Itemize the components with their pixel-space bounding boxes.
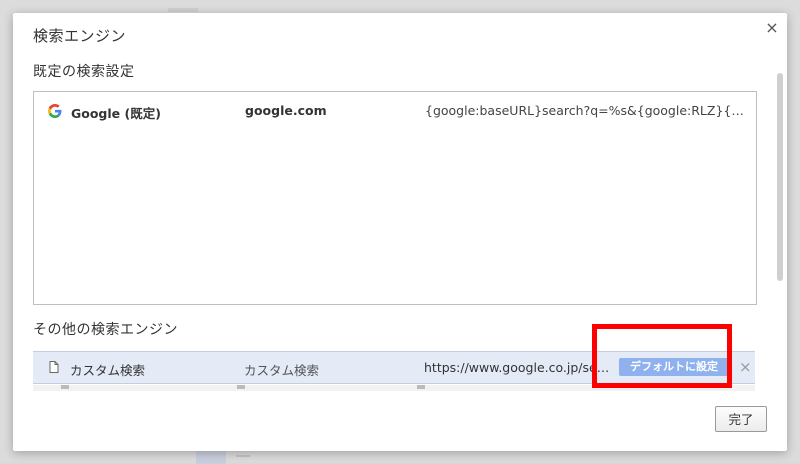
google-logo-icon [48, 104, 62, 118]
close-icon[interactable]: × [763, 19, 781, 37]
engine-keyword: カスタム検索 [244, 363, 320, 378]
delete-engine-icon[interactable]: × [739, 358, 752, 376]
engine-name: カスタム検索 [70, 363, 146, 378]
scrollbar-thumb[interactable] [777, 73, 783, 281]
page-icon [49, 361, 59, 373]
background-element [168, 8, 198, 12]
engine-row-google[interactable]: Google (既定) google.com {google:baseURL}s… [34, 94, 756, 128]
input-divider [417, 385, 425, 389]
default-engines-list: Google (既定) google.com {google:baseURL}s… [33, 91, 757, 305]
input-row [33, 385, 755, 391]
other-engines-list: カスタム検索 カスタム検索 https://www.google.co.jp/s… [33, 351, 755, 392]
set-default-button[interactable]: デフォルトに設定 [619, 358, 729, 376]
search-engines-dialog: 検索エンジン × 既定の検索設定 Google (既定) google.com … [13, 13, 787, 451]
engine-url: {google:baseURL}search?q=%s&{google:RLZ}… [425, 103, 745, 118]
engine-name: Google (既定) [71, 106, 161, 121]
other-section-title: その他の検索エンジン [33, 322, 178, 338]
dialog-title: 検索エンジン [33, 27, 127, 45]
background-element [236, 455, 250, 457]
engine-keyword: google.com [245, 103, 327, 118]
done-button[interactable]: 完了 [715, 406, 767, 432]
input-divider [61, 385, 69, 389]
engine-row-custom[interactable]: カスタム検索 カスタム検索 https://www.google.co.jp/s… [33, 352, 755, 384]
input-divider [237, 385, 245, 389]
engine-url: https://www.google.co.jp/sear… [424, 360, 610, 375]
default-section-title: 既定の検索設定 [33, 64, 135, 80]
